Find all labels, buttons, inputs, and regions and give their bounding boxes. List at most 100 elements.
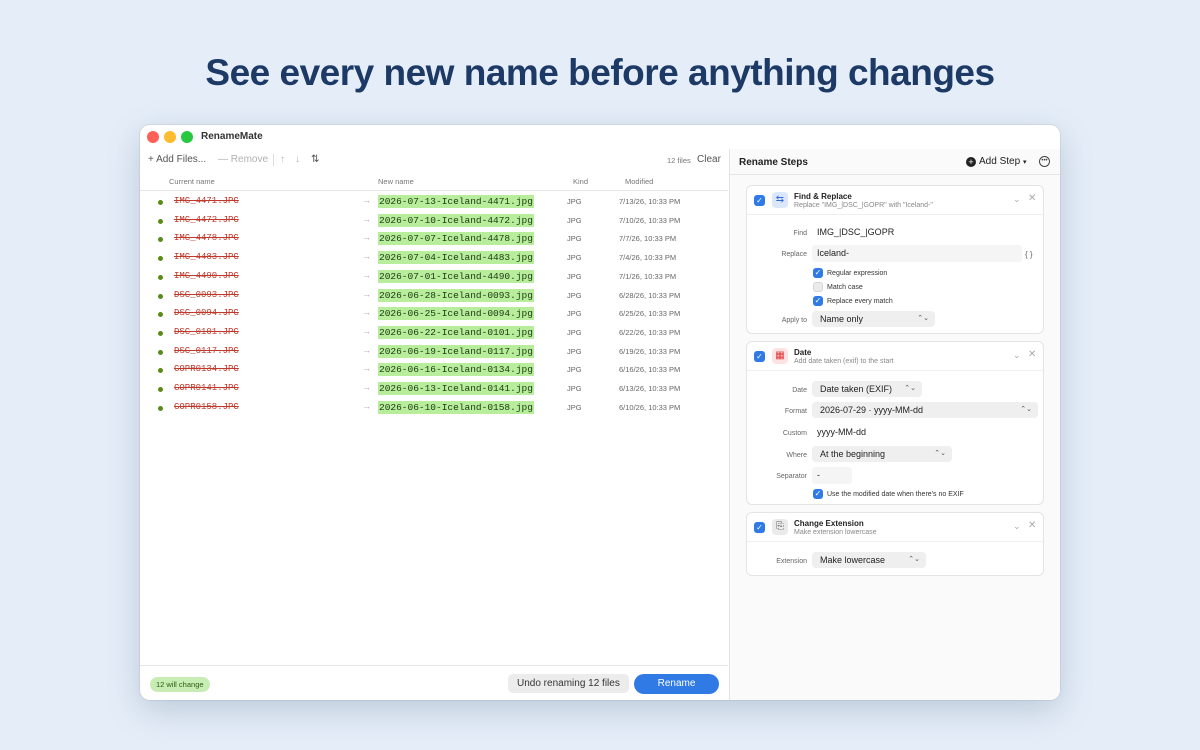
arrow-right-icon: → — [362, 382, 371, 392]
regex-label: Regular expression — [827, 269, 888, 277]
find-field[interactable]: IMG_|DSC_|GOPR — [812, 224, 1022, 241]
arrow-right-icon: → — [362, 232, 371, 243]
status-dot — [158, 312, 163, 318]
step-title: Date — [794, 348, 812, 357]
modified-date: 6/10/26, 10:33 PM — [619, 402, 681, 412]
document-icon: ⎘ — [772, 519, 788, 535]
new-name: 2026-06-16-Iceland-0134.jpg — [378, 363, 534, 377]
format-label: Format — [784, 408, 807, 415]
minus-icon: — — [218, 154, 228, 165]
move-up-icon[interactable]: ↑ — [280, 154, 285, 165]
arrow-right-icon: → — [362, 344, 371, 355]
add-files-button[interactable]: + Add Files... — [148, 154, 206, 165]
status-dot — [158, 218, 163, 224]
current-name: IMG_4472.JPG — [174, 214, 239, 225]
close-icon[interactable]: ✕ — [1028, 193, 1036, 204]
table-row[interactable]: GOPR0158.JPG → 2026-06-10-Iceland-0158.jpg… — [140, 399, 728, 418]
status-dot — [158, 349, 163, 355]
table-row[interactable]: IMG_4472.JPG → 2026-07-10-Iceland-4472.jpg… — [140, 212, 728, 231]
find-label: Find — [793, 230, 807, 237]
date-source-select[interactable]: Date taken (EXIF) ⌃⌄ — [812, 381, 922, 397]
current-name: GOPR0134.JPG — [174, 364, 239, 375]
extension-select[interactable]: Make lowercase ⌃⌄ — [812, 552, 926, 568]
table-row[interactable]: GOPR0141.JPG → 2026-06-13-Iceland-0141.jpg… — [140, 380, 728, 399]
where-select[interactable]: At the beginning ⌃⌄ — [812, 446, 952, 462]
chevron-down-icon[interactable]: ⌄ — [1013, 350, 1021, 361]
table-row[interactable]: DSC_0093.JPG → 2026-06-28-Iceland-0093.jpg… — [140, 287, 728, 306]
clear-button[interactable]: Clear — [697, 154, 721, 165]
current-name: IMG_4478.JPG — [174, 233, 239, 244]
step-subtitle: Make extension lowercase — [794, 529, 877, 536]
table-row[interactable]: IMG_4478.JPG → 2026-07-07-Iceland-4478.jpg… — [140, 230, 728, 249]
more-options-icon[interactable]: ••• — [1039, 156, 1050, 167]
plus-icon: + — [148, 154, 154, 165]
modified-date: 7/1/26, 10:33 PM — [619, 271, 677, 281]
modified-date: 6/16/26, 10:33 PM — [619, 365, 681, 375]
every-match-checkbox-row[interactable]: ✓ Replace every match — [813, 296, 893, 306]
step-enabled-checkbox[interactable]: ✓ — [754, 195, 765, 206]
table-row[interactable]: GOPR0134.JPG → 2026-06-16-Iceland-0134.jpg… — [140, 361, 728, 380]
status-dot — [158, 200, 163, 205]
table-row[interactable]: DSC_0094.JPG → 2026-06-25-Iceland-0094.jpg… — [140, 305, 728, 324]
every-match-label: Replace every match — [827, 297, 893, 305]
rename-button[interactable]: Rename — [634, 674, 719, 694]
current-name: IMG_4483.JPG — [174, 252, 239, 263]
fallback-checkbox[interactable]: ✓ — [813, 489, 823, 499]
current-name: IMG_4471.JPG — [174, 196, 239, 206]
step-enabled-checkbox[interactable]: ✓ — [754, 522, 765, 533]
new-name: 2026-06-28-Iceland-0093.jpg — [378, 288, 534, 302]
new-name: 2026-06-25-Iceland-0094.jpg — [378, 307, 534, 321]
date-source-value: Date taken (EXIF) — [820, 384, 893, 394]
separator-field[interactable]: - — [812, 467, 852, 484]
close-window-button[interactable] — [147, 131, 159, 143]
regex-checkbox-row[interactable]: ✓ Regular expression — [813, 268, 887, 278]
fallback-checkbox-row[interactable]: ✓ Use the modified date when there's no E… — [813, 489, 964, 499]
new-name: 2026-06-19-Iceland-0117.jpg — [378, 344, 534, 358]
where-value: At the beginning — [820, 449, 886, 459]
close-icon[interactable]: ✕ — [1028, 520, 1036, 531]
add-step-button[interactable]: + Add Step ▾ — [966, 156, 1026, 167]
apply-to-select[interactable]: Name only ⌃⌄ — [812, 311, 935, 327]
modified-date: 6/25/26, 10:33 PM — [619, 309, 681, 319]
regex-checkbox[interactable]: ✓ — [813, 268, 823, 278]
sort-icon[interactable]: ⇅ — [311, 154, 319, 165]
move-down-icon[interactable]: ↓ — [295, 154, 300, 165]
format-select[interactable]: 2026-07-29 · yyyy-MM-dd ⌃⌄ — [812, 402, 1038, 418]
step-subtitle: Replace "IMG_|DSC_|GOPR" with "Iceland-" — [794, 202, 933, 209]
table-row[interactable]: IMG_4471.JPG → 2026-07-13-Iceland-4471.jpg… — [140, 193, 728, 212]
match-case-checkbox-row[interactable]: Match case — [813, 282, 863, 292]
table-row[interactable]: IMG_4483.JPG → 2026-07-04-Iceland-4483.jpg… — [140, 249, 728, 268]
replace-field[interactable]: Iceland- — [812, 245, 1022, 262]
column-modified[interactable]: Modified — [625, 177, 653, 186]
column-new-name[interactable]: New name — [378, 177, 414, 186]
chevron-down-icon[interactable]: ⌄ — [1013, 521, 1021, 532]
undo-button[interactable]: Undo renaming 12 files — [508, 674, 629, 693]
zoom-window-button[interactable] — [181, 131, 193, 143]
modified-date: 7/13/26, 10:33 PM — [619, 197, 681, 206]
close-icon[interactable]: ✕ — [1028, 349, 1036, 360]
new-name: 2026-07-10-Iceland-4472.jpg — [378, 213, 534, 227]
current-name: IMG_4490.JPG — [174, 270, 239, 281]
stepper-chevrons-icon: ⌃⌄ — [904, 385, 916, 392]
custom-label: Custom — [782, 430, 807, 437]
minimize-window-button[interactable] — [164, 131, 176, 143]
find-replace-step: ✓ ⇆ Find & Replace Replace "IMG_|DSC_|GO… — [746, 185, 1045, 334]
remove-button[interactable]: — Remove — [218, 154, 268, 165]
table-row[interactable]: DSC_0101.JPG → 2026-06-22-Iceland-0101.jpg… — [140, 324, 728, 343]
match-case-checkbox[interactable] — [813, 282, 823, 292]
steps-title: Rename Steps — [739, 157, 808, 168]
column-kind[interactable]: Kind — [573, 177, 588, 186]
kind: JPG — [567, 365, 582, 375]
token-insert-button[interactable]: { } — [1025, 250, 1033, 259]
replace-label: Replace — [781, 251, 807, 258]
kind: JPG — [567, 346, 582, 356]
table-row[interactable]: IMG_4490.JPG → 2026-07-01-Iceland-4490.jpg… — [140, 268, 728, 287]
custom-format-field[interactable]: yyyy-MM-dd — [812, 424, 1022, 441]
chevron-down-icon[interactable]: ⌄ — [1013, 194, 1021, 205]
modified-date: 6/13/26, 10:33 PM — [619, 384, 681, 393]
column-current-name[interactable]: Current name — [169, 177, 215, 186]
table-row[interactable]: DSC_0117.JPG → 2026-06-19-Iceland-0117.jpg… — [140, 343, 728, 362]
every-match-checkbox[interactable]: ✓ — [813, 296, 823, 306]
current-name: GOPR0158.JPG — [174, 401, 239, 412]
step-enabled-checkbox[interactable]: ✓ — [754, 351, 765, 362]
